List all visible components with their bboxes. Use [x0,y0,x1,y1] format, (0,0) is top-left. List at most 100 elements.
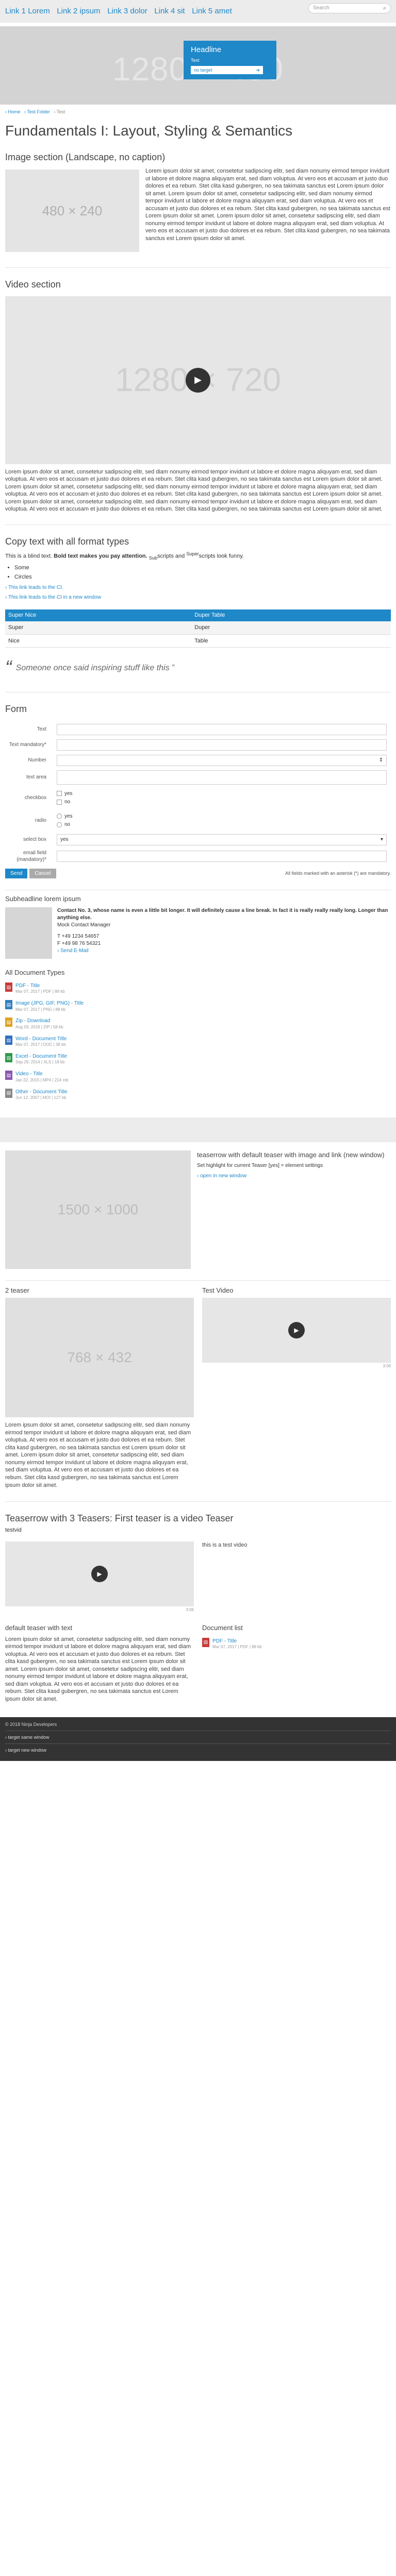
nav-link-4[interactable]: Link 4 sit [154,7,185,15]
text-mandatory-label: Text mandatory* [9,741,46,748]
breadcrumb-current: › Test [54,109,65,114]
list-item[interactable]: ▤ PDF - Title Mar 07, 2017 | PDF | 88 kb [202,1637,391,1650]
two-teaser-row: 2 teaser 768 × 432 Lorem ipsum dolor sit… [0,1281,396,1494]
text-field[interactable] [57,723,387,735]
blockquote: “ Someone once said inspiring stuff like… [0,650,396,685]
document-title[interactable]: Word - Document Title [15,1036,67,1043]
format-paragraph: This is a blind text. Bold text makes yo… [5,551,244,561]
breadcrumb: › Home › Test Folder › Test [0,105,396,119]
list-item[interactable]: ▤ Image (JPG, GIF, PNG) - Title Mar 07, 20… [5,1000,391,1012]
list-item[interactable]: ▤ Excel - Document Title Sep 29, 2014 | XL… [5,1053,391,1065]
text-label: Text [37,726,46,732]
teaser-text: Set highlight for current Teaser [yes] =… [197,1163,323,1169]
teaser-text: Lorem ipsum dolor sit amet, consetetur s… [5,1636,191,1702]
play-icon[interactable]: ▶ [91,1566,108,1583]
teaser-text: Lorem ipsum dolor sit amet, consetetur s… [5,1422,191,1488]
video-player[interactable]: ▶ [5,1541,194,1607]
ci-link-new-window[interactable]: › This link leads to the CI in a new win… [5,594,391,601]
video-section-title: Video section [5,279,61,290]
image-placeholder: 480 × 240 [5,170,139,252]
document-list: All Document Types ▤ PDF - Title Mar 07, 2… [0,963,396,1111]
footer-link-new-window[interactable]: › target new window [5,1743,391,1756]
contact-name: Contact No. 3, whose name is even a litt… [57,908,388,921]
send-button[interactable]: Send [5,868,28,878]
radio-group: yes no [57,811,73,830]
list-item[interactable]: ▤ Word - Document Title Mar 07, 2017 | DOC… [5,1035,391,1048]
radio-yes[interactable] [57,814,62,819]
nav-link-5[interactable]: Link 5 amet [192,7,232,15]
checkbox-no[interactable] [57,799,62,805]
document-title[interactable]: Video - Title [15,1071,68,1078]
hero-banner: 1280 × 400 Headline Text no target ➔ [0,26,396,105]
copy-section: This is a blind text. Bold text makes yo… [0,548,396,607]
divider [5,524,391,525]
breadcrumb-home[interactable]: › Home [5,109,21,114]
hero-button[interactable]: no target ➔ [191,66,263,75]
teaser-title: teaserrow with default teaser with image… [197,1150,385,1159]
footer-link-same-window[interactable]: › target same window [5,1731,391,1743]
stepper-icon[interactable]: ⇕ [379,757,383,764]
video-player[interactable]: ▶ [202,1298,391,1363]
play-icon[interactable]: ▶ [288,1322,305,1339]
decorative-band [0,1117,396,1142]
document-title[interactable]: Image (JPG, GIF, PNG) - Title [15,1000,84,1007]
list-item[interactable]: ▤ Video - Title Jan 22, 2015 | MP4 | 214 m… [5,1071,391,1083]
list-item[interactable]: ▤ Other - Document Title Jun 12, 2007 | MO… [5,1088,391,1101]
document-title[interactable]: PDF - Title [15,982,65,990]
testvid-label: testvid [5,1527,22,1534]
teaser-link[interactable]: › open in new window [197,1173,384,1180]
pdf-icon: ▤ [202,1637,209,1647]
document-meta: Aug 03, 2019 | ZIP | 58 kb [15,1024,63,1029]
email-field[interactable] [57,851,387,862]
search-input[interactable]: Search ⌕ [308,3,391,13]
teaser-title: 2 teaser [5,1286,29,1294]
radio-no[interactable] [57,822,62,827]
document-title[interactable]: Zip - Download [15,1018,63,1025]
video-icon: ▤ [5,1071,12,1080]
document-meta: Mar 07, 2017 | PNG | 88 kb [15,1007,66,1012]
video-player[interactable]: 1280 × 720 ▶ [5,296,391,464]
list-item: Circles [14,573,391,581]
select-label: select box [23,836,46,842]
hero-button-label: no target [194,67,212,73]
contact-phone: T +49 1234 54657 [57,934,100,940]
document-title[interactable]: Excel - Document Title [15,1053,67,1060]
contact-role: Mock Contact Manager [57,922,111,928]
teaser-image[interactable]: 1500 × 1000 [5,1150,191,1269]
bottom-row: default teaser with text Lorem ipsum dol… [0,1618,396,1708]
search-icon[interactable]: ⌕ [383,5,386,12]
list-item[interactable]: ▤ Zip - Download Aug 03, 2019 | ZIP | 58 k… [5,1018,391,1030]
number-field[interactable]: ⇕ [57,754,387,766]
video-description: this is a test video [202,1542,248,1549]
video-title: Test Video [202,1286,234,1294]
nav-link-2[interactable]: Link 2 ipsum [57,7,100,15]
textarea-field[interactable] [57,770,387,785]
video-duration: 3:06 [186,1607,194,1613]
checkbox-yes[interactable] [57,791,62,796]
number-label: Number [28,757,46,763]
text-mandatory-field[interactable] [57,739,387,751]
cancel-button[interactable]: Cancel [29,868,56,878]
footer: © 2018 Ninja Developers › target same wi… [0,1717,396,1761]
ci-link[interactable]: › This link leads to the CI. [5,584,391,591]
documents-title: All Document Types [5,969,65,977]
page-title: Fundamentals I: Layout, Styling & Semant… [5,123,293,139]
quote-close-icon: ” [171,663,174,672]
list-item[interactable]: ▤ PDF - Title Mar 07, 2017 | PDF | 88 kb [5,982,391,995]
nav-link-1[interactable]: Link 1 Lorem [5,7,50,15]
checkbox-label: checkbox [24,794,46,801]
hero-teaser: Headline Text no target ➔ [184,41,276,79]
document-meta: Sep 29, 2014 | XLS | 18 kb [15,1060,65,1065]
contact-fax: F +49 98 76 54321 [57,941,101,947]
play-icon[interactable]: ▶ [186,367,210,393]
document-title[interactable]: Other - Document Title [15,1089,68,1096]
send-email-link[interactable]: › Send E-Mail [57,948,89,954]
divider [5,267,391,268]
nav-link-3[interactable]: Link 3 dolor [107,7,147,15]
zip-icon: ▤ [5,1018,12,1027]
select-box[interactable]: yes ▾ [57,834,387,845]
teaser-image[interactable]: 768 × 432 [5,1298,194,1418]
breadcrumb-folder[interactable]: › Test Folder [24,109,50,114]
file-icon: ▤ [5,1088,12,1098]
contact-card: Subheadline lorem ipsum Contact No. 3, w… [0,890,396,963]
